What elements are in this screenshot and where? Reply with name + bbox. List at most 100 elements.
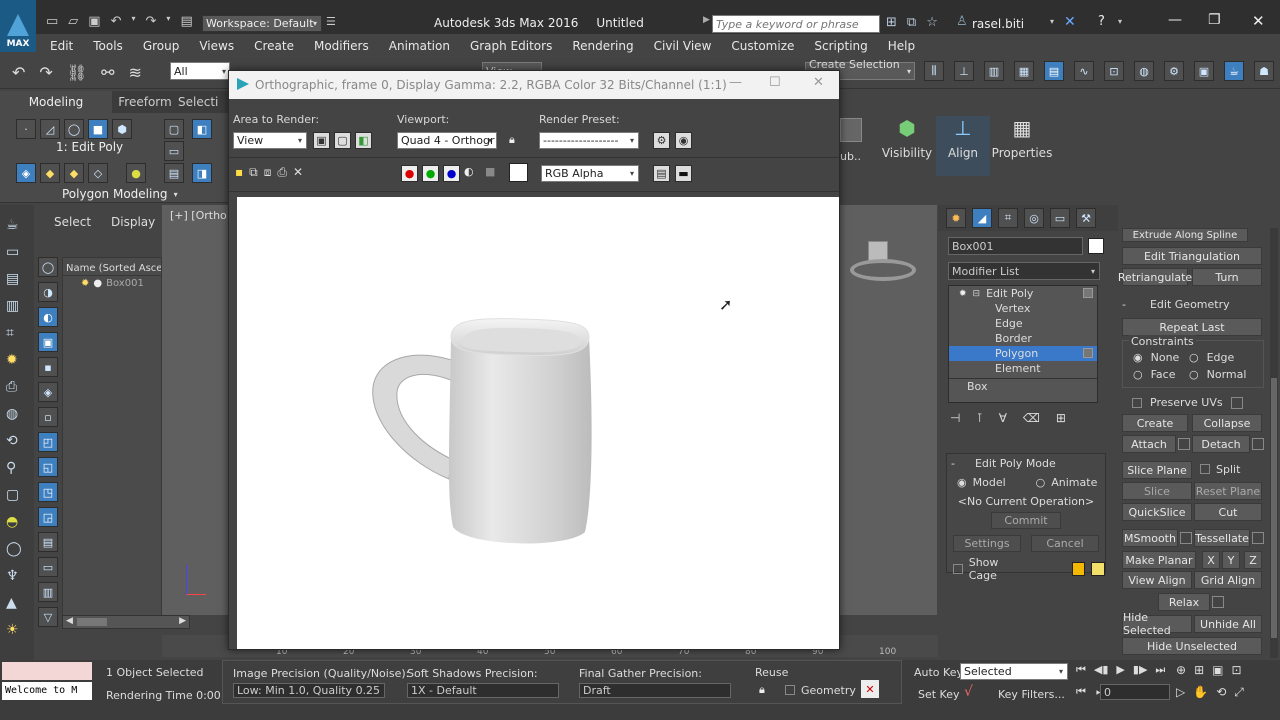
visibility-button[interactable]: ⬢ Visibility	[882, 116, 932, 176]
rendered-frame-titlebar[interactable]: Orthographic, frame 0, Display Gamma: 2.…	[229, 71, 839, 99]
attach-settings-icon[interactable]	[1178, 438, 1190, 450]
preserve-uvs-settings-icon[interactable]	[1230, 396, 1243, 409]
schematic-view-icon[interactable]: ⊡	[1104, 61, 1124, 81]
commit-button[interactable]: Commit	[991, 512, 1061, 529]
pan-icon[interactable]: ✋	[1193, 685, 1208, 700]
planar-z-button[interactable]: Z	[1244, 551, 1262, 569]
remove-modifier-icon[interactable]: ⌫	[1023, 411, 1040, 425]
filter-lights-icon[interactable]: ◐	[38, 307, 58, 327]
area-to-render-dropdown[interactable]: View ▾	[233, 132, 307, 149]
unlink-icon[interactable]: ⚯	[101, 63, 114, 82]
monochrome-icon[interactable]: ■	[485, 165, 502, 182]
menu-item-tools[interactable]: Tools	[83, 36, 133, 56]
preserve-uvs-checkbox[interactable]	[1132, 397, 1142, 408]
undo-icon[interactable]: ↶	[12, 63, 25, 82]
redo-icon[interactable]: ↷	[39, 63, 52, 82]
pin-stack-icon[interactable]: ⊣	[950, 411, 960, 425]
selection-icon[interactable]: ◧	[192, 119, 212, 139]
filter-geometry-icon[interactable]: ◯	[38, 257, 58, 277]
cancel-button[interactable]: Cancel	[1031, 535, 1099, 552]
sub-icon[interactable]	[840, 118, 862, 142]
filter-cameras-icon[interactable]: ▣	[38, 332, 58, 352]
render-region-icon[interactable]: ◧	[355, 132, 372, 149]
filter-all-icon[interactable]: ▭	[38, 557, 58, 577]
print-icon[interactable]: ⎙	[277, 165, 287, 180]
previous-frame-icon[interactable]: ◀▮	[1094, 663, 1109, 677]
stack-item-polygon[interactable]: Polygon	[949, 346, 1097, 361]
grid-align-button[interactable]: Grid Align	[1194, 571, 1262, 589]
graphite-icon[interactable]: ◨	[192, 163, 212, 183]
set-key-label[interactable]: Set Key	[918, 688, 960, 701]
modify-mode-icon[interactable]: ▢	[164, 119, 184, 139]
object-name-field[interactable]: Box001	[948, 237, 1083, 255]
geometry-checkbox[interactable]	[785, 685, 795, 695]
menu-item-create[interactable]: Create	[244, 36, 304, 56]
undo-icon[interactable]: ↶	[111, 14, 122, 29]
make-planar-button[interactable]: Make Planar	[1122, 551, 1196, 569]
auto-key-label[interactable]: Auto Key	[914, 666, 963, 679]
redo-icon[interactable]: ↷	[146, 14, 157, 29]
modify-tab-icon[interactable]: ◢	[972, 208, 992, 228]
scene-tab-display[interactable]: Display	[111, 215, 155, 229]
key-selection-dropdown[interactable]: Selected ▾	[960, 663, 1068, 680]
scroll-thumb[interactable]	[1271, 378, 1277, 638]
cage-selected-color-swatch[interactable]	[1091, 562, 1105, 576]
edge-radio[interactable]: ○ Edge	[1189, 351, 1234, 364]
green-channel-icon[interactable]: ●	[422, 165, 439, 182]
scene-item-box001[interactable]: ✹ ● Box001	[63, 276, 161, 289]
create-button[interactable]: Create	[1122, 414, 1188, 432]
collapse-button[interactable]: Collapse	[1192, 414, 1262, 432]
sun-icon[interactable]: ☀	[6, 622, 28, 638]
make-unique-icon[interactable]: ∀	[999, 411, 1007, 425]
sphere-icon[interactable]: ●	[126, 163, 146, 183]
help-icon[interactable]: ?	[1098, 14, 1105, 29]
scroll-right-icon[interactable]: ▶	[179, 616, 186, 626]
repeat-last-button[interactable]: Repeat Last	[1122, 318, 1262, 336]
stack-item-vertex[interactable]: Vertex	[949, 301, 1097, 316]
detach-button[interactable]: Detach	[1192, 435, 1250, 453]
show-end-result-icon[interactable]: ▤	[164, 163, 184, 183]
bind-space-warp-icon[interactable]: ≋	[129, 63, 142, 82]
stack-item-box[interactable]: Box	[949, 378, 1097, 393]
collapse-icon[interactable]: ⊟	[973, 289, 981, 299]
close-icon[interactable]: ✕	[813, 75, 824, 90]
cone-icon[interactable]: ▲	[6, 595, 28, 611]
planar-y-button[interactable]: Y	[1222, 551, 1240, 569]
lightbulb-icon[interactable]: ✹	[6, 352, 28, 368]
fov-icon[interactable]: ▷	[1176, 685, 1185, 700]
cancel-render-button[interactable]: ✕	[861, 680, 879, 698]
viewport-dropdown[interactable]: Quad 4 - Orthogr ▾	[397, 132, 497, 149]
clone-frame-icon[interactable]: ⧈	[264, 165, 272, 180]
help-dropdown-icon[interactable]: ▾	[1118, 17, 1122, 26]
tab-modeling[interactable]: Modeling	[0, 91, 112, 113]
msmooth-settings-icon[interactable]	[1180, 532, 1192, 544]
polygon-mode-icon[interactable]: ■	[88, 119, 108, 139]
configure-sets-icon[interactable]: ⊞	[1056, 411, 1066, 425]
open-file-icon[interactable]: ▱	[68, 14, 78, 29]
stack-item-edit-poly[interactable]: ✹ ⊟ Edit Poly	[949, 286, 1097, 301]
key-mode-icon[interactable]: ⏮	[1076, 685, 1086, 699]
filter-funnel-icon[interactable]: ▽	[38, 607, 58, 627]
link-icon[interactable]: ⛓	[67, 63, 87, 82]
split-checkbox[interactable]	[1200, 464, 1210, 474]
render-production-icon[interactable]: ☗	[1254, 61, 1274, 81]
planar-x-button[interactable]: X	[1202, 551, 1220, 569]
align-button[interactable]: ⊥ Align	[936, 116, 990, 176]
menu-item-edit[interactable]: Edit	[40, 36, 83, 56]
zoom-all-icon[interactable]: ⊞	[1194, 663, 1204, 677]
display-tab-icon[interactable]: ▭	[1050, 208, 1070, 228]
toggle-ui-icon[interactable]: ▬	[675, 165, 692, 182]
orbit-icon[interactable]: ⟲	[1216, 685, 1226, 700]
edge-mode-icon[interactable]: ◿	[40, 119, 60, 139]
maximize-icon[interactable]: ☐	[769, 75, 781, 90]
border-mode-icon[interactable]: ◯	[64, 119, 84, 139]
show-cage-checkbox[interactable]	[953, 564, 963, 574]
maximize-viewport-icon[interactable]: ⤢	[1234, 685, 1244, 700]
viewcube[interactable]	[850, 237, 916, 287]
stack-item-toggle-icon[interactable]	[1083, 348, 1093, 358]
render-setup-icon[interactable]: ⚙	[1164, 61, 1184, 81]
none-radio[interactable]: ◉ None	[1133, 351, 1179, 364]
name-column-header[interactable]: Name (Sorted Ascen	[63, 258, 161, 276]
cut-button[interactable]: Cut	[1194, 503, 1262, 521]
qat-menu-icon[interactable]: ☰	[326, 15, 336, 28]
